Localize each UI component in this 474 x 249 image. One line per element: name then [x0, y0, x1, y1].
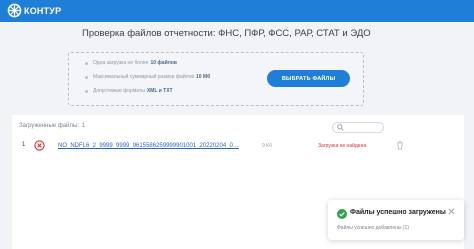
files-count: 1	[81, 123, 86, 129]
error-x-circle-icon	[34, 140, 45, 151]
hint-label: Допустимые форматы	[93, 88, 145, 94]
search-icon	[337, 124, 344, 131]
hint-value: 10 Мб	[196, 74, 211, 80]
hint-formats: Допустимые форматы XML и TXT	[85, 88, 173, 94]
success-toast: Файлы успешно загружены Файлы успешно до…	[328, 200, 464, 240]
toast-title: Файлы успешно загружены	[350, 209, 446, 216]
close-icon[interactable]	[448, 208, 455, 215]
bullet-icon	[85, 61, 88, 65]
hint-label: Одна загрузка не более	[93, 60, 149, 66]
logo-text: КОНТУР	[24, 5, 62, 16]
file-drop-zone[interactable]: Одна загрузка не более 10 файлов Максима…	[68, 52, 364, 106]
logo[interactable]: КОНТУР	[7, 3, 61, 18]
trash-icon[interactable]	[396, 141, 404, 150]
files-header-label: Загруженные файлы:	[19, 123, 79, 129]
bullet-icon	[85, 89, 88, 93]
hint-max-size: Максимальный суммарный размер файлов 10 …	[85, 74, 210, 80]
logo-icon	[7, 3, 22, 18]
page-title: Проверка файлов отчетности: ФНС, ПФР, ФС…	[82, 28, 371, 39]
hint-value: XML и TXT	[146, 88, 173, 94]
check-circle-icon	[337, 209, 347, 219]
file-status: Загрузка не найдена	[318, 143, 367, 149]
bullet-icon	[85, 75, 88, 79]
search-input[interactable]	[332, 122, 384, 133]
hint-value: 10 файлов	[150, 60, 177, 66]
choose-files-button[interactable]: ВЫБРАТЬ ФАЙЛЫ	[267, 70, 350, 87]
file-name-link[interactable]: NO_NDFL6_2_9999_9999_9615586259999901001…	[58, 143, 239, 149]
files-header: Загруженные файлы: 1	[19, 123, 85, 129]
file-size: 9 Кб	[262, 143, 272, 149]
row-index: 1	[22, 142, 26, 148]
hint-label: Максимальный суммарный размер файлов	[93, 74, 195, 80]
hint-file-count: Одна загрузка не более 10 файлов	[85, 60, 177, 66]
toast-subtitle: Файлы успешно добавлены (1)	[337, 225, 409, 231]
top-bar: КОНТУР	[0, 0, 474, 22]
